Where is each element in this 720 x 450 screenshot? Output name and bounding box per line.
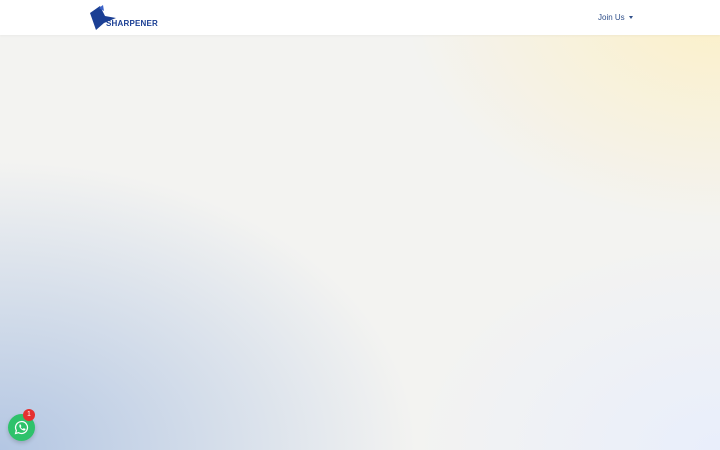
caret-down-icon <box>628 15 633 19</box>
join-us-label: Join Us <box>598 12 625 22</box>
sharpener-logo[interactable]: SHARPENER <box>90 5 159 31</box>
join-us-dropdown[interactable]: Join Us <box>598 11 633 23</box>
notification-badge: 1 <box>23 409 35 421</box>
top-navbar: SHARPENER Join Us <box>0 0 720 35</box>
logo-text: SHARPENER <box>106 19 159 28</box>
whatsapp-icon <box>14 420 29 435</box>
